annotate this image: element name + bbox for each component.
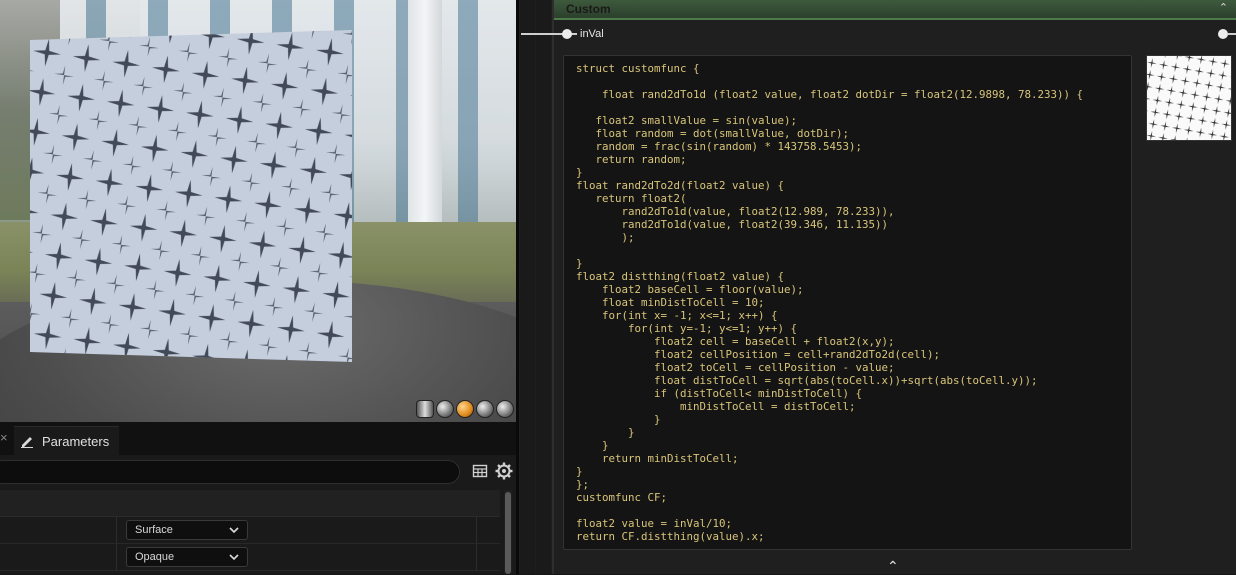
material-graph[interactable]: Custom ⌃ inVal struct customfunc { float…	[519, 0, 1236, 574]
hlsl-code-text[interactable]: struct customfunc { float rand2dTo1d (fl…	[564, 56, 1131, 543]
preview-mesh-toolbar	[416, 400, 514, 418]
chevron-down-icon	[229, 553, 239, 560]
blend-mode-dropdown[interactable]: Opaque	[126, 547, 248, 567]
material-domain-dropdown[interactable]: Surface	[126, 520, 248, 540]
search-row	[0, 458, 516, 486]
preview-plane-mesh	[30, 30, 352, 362]
tab-parameters[interactable]: Parameters	[14, 426, 120, 455]
panel-tab-bar: × Parameters	[0, 422, 516, 455]
cube-preview-icon[interactable]	[476, 400, 494, 418]
node-preview-thumbnail	[1146, 55, 1232, 141]
column-divider	[116, 517, 117, 543]
table-view-icon[interactable]	[472, 463, 488, 479]
property-row-blend-mode: Opaque	[0, 544, 500, 571]
input-pin-label: inVal	[580, 28, 604, 40]
gear-icon[interactable]	[495, 462, 513, 480]
close-tab-icon[interactable]: ×	[0, 430, 8, 446]
column-divider	[116, 544, 117, 570]
property-category-header[interactable]	[0, 490, 500, 517]
input-pin-icon[interactable]	[562, 29, 572, 39]
hlsl-code-field[interactable]: struct customfunc { float rand2dTo1d (fl…	[563, 55, 1132, 550]
cylinder-preview-icon[interactable]	[416, 400, 434, 418]
node-title: Custom	[566, 2, 611, 16]
chevron-down-icon	[229, 526, 239, 533]
property-row-material-domain: Surface	[0, 517, 500, 544]
scrollbar-thumb[interactable]	[505, 492, 511, 574]
chevron-up-icon[interactable]: ⌃	[1219, 1, 1228, 14]
search-input[interactable]	[0, 460, 460, 484]
tab-parameters-label: Parameters	[42, 433, 110, 449]
custom-mesh-preview-icon[interactable]	[496, 400, 514, 418]
plane-preview-icon[interactable]	[456, 400, 474, 418]
material-preview-viewport[interactable]	[0, 0, 516, 422]
material-domain-value: Surface	[135, 524, 173, 536]
column-divider	[476, 544, 477, 570]
background-pillar	[408, 0, 442, 260]
chevron-up-icon[interactable]: ⌃	[887, 558, 899, 575]
output-wire	[1228, 33, 1236, 35]
custom-node[interactable]: Custom ⌃ inVal struct customfunc { float…	[521, 0, 1236, 575]
output-pin-icon[interactable]	[1218, 29, 1228, 39]
details-scrollbar[interactable]	[504, 490, 512, 574]
blend-mode-value: Opaque	[135, 551, 175, 563]
column-divider	[476, 517, 477, 543]
details-panel: × Parameters Surface Opaque	[0, 422, 516, 574]
sphere-preview-icon[interactable]	[436, 400, 454, 418]
pencil-icon	[21, 437, 33, 448]
node-header[interactable]: Custom ⌃	[554, 0, 1236, 20]
